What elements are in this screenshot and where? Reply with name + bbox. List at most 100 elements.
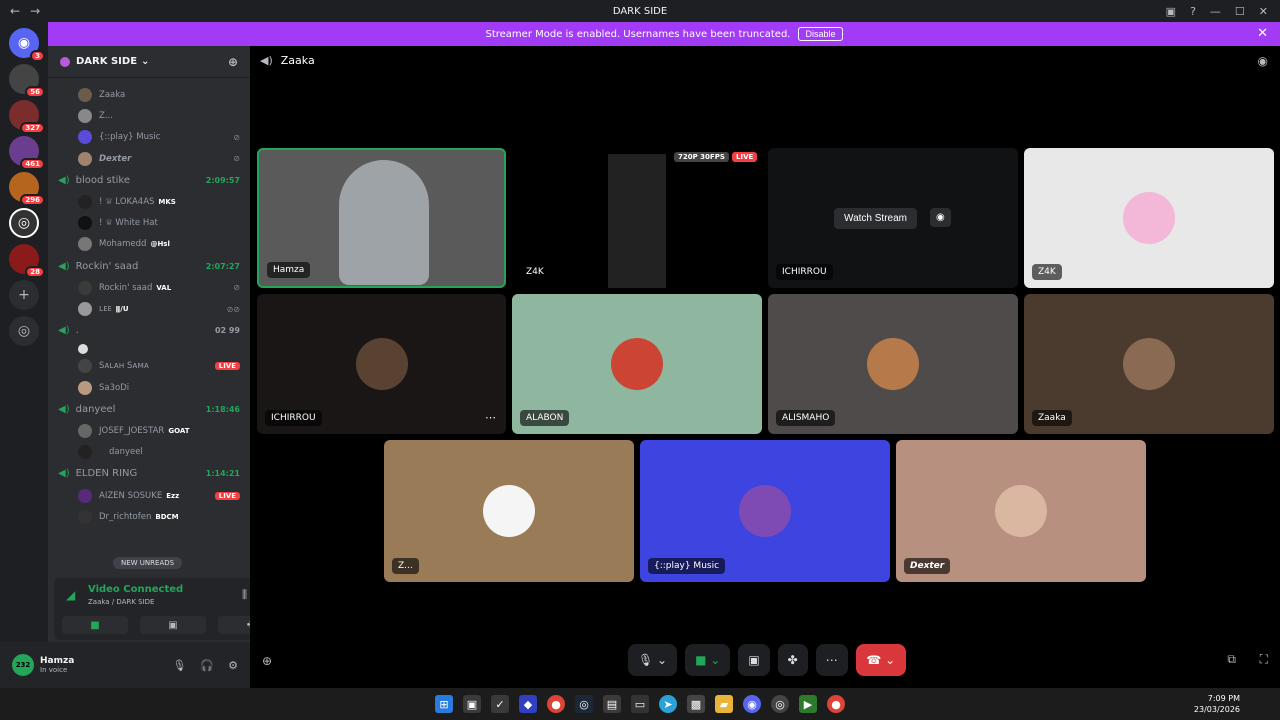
app-icon[interactable]: ▶: [799, 695, 817, 713]
stream-tile[interactable]: Watch Stream ◉ ICHIRROU: [768, 148, 1018, 288]
channel-timer: 2:09:57: [205, 175, 240, 185]
chrome-icon[interactable]: ●: [547, 695, 565, 713]
add-server-icon[interactable]: +: [9, 280, 39, 310]
screen-share-button[interactable]: ▣: [738, 644, 770, 676]
list-item[interactable]: ! ♕ White Hat: [48, 212, 250, 233]
channel-timer: 1:18:46: [205, 404, 240, 414]
list-item[interactable]: Sa3oDi: [48, 377, 250, 398]
taskview-icon[interactable]: ▣: [463, 695, 481, 713]
new-unreads-pill[interactable]: NEW UNREADS: [113, 557, 183, 569]
list-item[interactable]: Zaaka: [48, 84, 250, 105]
activities-button[interactable]: ✤: [218, 616, 250, 634]
add-member-icon[interactable]: ⊕: [228, 55, 238, 69]
discover-icon[interactable]: ◎: [9, 316, 39, 346]
list-item[interactable]: {::play} Music ⊘: [48, 127, 250, 148]
chat-icon[interactable]: ◉: [1258, 54, 1268, 68]
telegram-icon[interactable]: ➤: [659, 695, 677, 713]
server-icon[interactable]: 296: [9, 172, 45, 206]
list-item[interactable]: ! ♕ LOKA4AS MKS: [48, 191, 250, 212]
list-item[interactable]: Mohamedd @Hsl: [48, 234, 250, 255]
more-button[interactable]: ⋯: [815, 644, 848, 676]
app-icon[interactable]: ◎: [771, 695, 789, 713]
checkmark-app-icon[interactable]: ✓: [491, 695, 509, 713]
voice-channel[interactable]: ◀) ELDEN RING 1:14:21: [48, 463, 250, 485]
mic-toggle-button[interactable]: 🎙 ⌄: [628, 644, 678, 676]
video-tile[interactable]: ALABON: [512, 294, 762, 434]
app-icon[interactable]: ▩: [687, 695, 705, 713]
stream-tile[interactable]: 720P 30FPS LIVE Z4K: [512, 148, 762, 288]
forward-arrow-icon[interactable]: →: [30, 4, 40, 18]
server-icon[interactable]: 28: [9, 244, 45, 278]
avatar[interactable]: 232: [12, 654, 34, 676]
video-tile[interactable]: Zaaka: [1024, 294, 1274, 434]
store-icon[interactable]: ▤: [603, 695, 621, 713]
folder-icon[interactable]: ▰: [715, 695, 733, 713]
invite-icon[interactable]: ⊕: [262, 654, 272, 668]
voice-channel[interactable]: ◀) danyeel 1:18:46: [48, 398, 250, 420]
server-header[interactable]: DARK SIDE ⌄ ⊕: [48, 46, 250, 78]
voice-channel[interactable]: ◀) Rockin' saad 2:07:27: [48, 255, 250, 277]
server-icon-dark-side[interactable]: ◎: [9, 208, 39, 238]
video-tile[interactable]: Dexter: [896, 440, 1146, 582]
video-tile[interactable]: ALISMAHO: [768, 294, 1018, 434]
close-window-icon[interactable]: ✕: [1259, 5, 1268, 18]
voice-channel[interactable]: ◀). 02 99: [48, 320, 250, 342]
app-icon[interactable]: ◆: [519, 695, 537, 713]
popout-window-icon[interactable]: ⧉: [1227, 652, 1236, 667]
list-item[interactable]: Z...: [48, 105, 250, 126]
list-item[interactable]: Dr_richtofen BDCM: [48, 506, 250, 527]
video-tile[interactable]: Hamza: [257, 148, 506, 288]
terminal-icon[interactable]: ▭: [631, 695, 649, 713]
popout-icon[interactable]: ◉: [930, 208, 951, 227]
server-icon[interactable]: 461: [9, 136, 45, 170]
start-icon[interactable]: ⊞: [435, 695, 453, 713]
list-item[interactable]: danyeel: [48, 442, 250, 463]
activities-button[interactable]: ✤: [777, 644, 808, 676]
watch-stream-button[interactable]: Watch Stream: [834, 208, 917, 229]
steam-icon[interactable]: ◎: [575, 695, 593, 713]
maximize-icon[interactable]: ☐: [1235, 5, 1245, 18]
server-icon[interactable]: 56: [9, 64, 45, 98]
user-info[interactable]: Hamza In voice: [34, 656, 74, 674]
screen-share-button[interactable]: ▣: [140, 616, 206, 634]
server-icon[interactable]: 327: [9, 100, 45, 134]
tile-label: ICHIRROU: [265, 410, 322, 426]
user-tag: ǁ/U: [115, 305, 129, 314]
list-item[interactable]: [48, 342, 250, 356]
fullscreen-icon[interactable]: ⛶: [1260, 652, 1268, 667]
headphones-icon[interactable]: 🎧: [200, 659, 214, 672]
voice-channel[interactable]: ◀) blood stike 2:09:57: [48, 169, 250, 191]
voice-status[interactable]: Video Connected: [88, 584, 183, 595]
video-tile[interactable]: Z...: [384, 440, 634, 582]
channel-name: danyeel: [75, 403, 116, 415]
minimize-icon[interactable]: —: [1210, 5, 1221, 18]
camera-button[interactable]: ■: [62, 616, 128, 634]
disconnect-button[interactable]: ☎ ⌄: [855, 644, 906, 676]
video-tile[interactable]: Z4K: [1024, 148, 1274, 288]
disable-button[interactable]: Disable: [798, 27, 843, 41]
back-arrow-icon[interactable]: ←: [10, 4, 20, 18]
muted-icon: ⊘: [233, 154, 240, 164]
noise-suppression-icon[interactable]: ⫼: [242, 588, 247, 602]
video-tile[interactable]: ICHIRROU ⋯: [257, 294, 506, 434]
help-icon[interactable]: ?: [1190, 5, 1196, 18]
more-options-icon[interactable]: ⋯: [485, 411, 496, 424]
home-discord-icon[interactable]: ◉ 3: [9, 28, 45, 62]
streamer-mode-banner: Streamer Mode is enabled. Usernames have…: [48, 22, 1280, 46]
list-item[interactable]: Rockin' saad VAL ⊘: [48, 277, 250, 298]
discord-icon[interactable]: ◉: [743, 695, 761, 713]
video-tile[interactable]: {::play} Music: [640, 440, 890, 582]
list-item[interactable]: ʟᴇᴇ ǁ/U ⊘⊘: [48, 298, 250, 319]
inbox-icon[interactable]: ▣: [1166, 5, 1176, 18]
user-name: ! ♕ LOKA4AS: [99, 196, 155, 207]
gear-icon[interactable]: ⚙: [228, 659, 238, 672]
list-item[interactable]: Sᴀʟᴀʜ Sᴀᴍᴀ LIVE: [48, 356, 250, 377]
microphone-icon[interactable]: 🎙: [172, 659, 186, 672]
chrome-icon[interactable]: ●: [827, 695, 845, 713]
camera-toggle-button[interactable]: ■ ⌄: [685, 644, 731, 676]
list-item[interactable]: AIZEN SOSUKE Ezz LIVE: [48, 485, 250, 506]
system-tray[interactable]: 7:09 PM 23/03/2026: [1194, 693, 1240, 715]
close-icon[interactable]: ✕: [1257, 26, 1268, 41]
list-item[interactable]: Dexter ⊘: [48, 148, 250, 169]
list-item[interactable]: JOSEF_JOESTAR GOAT: [48, 420, 250, 441]
